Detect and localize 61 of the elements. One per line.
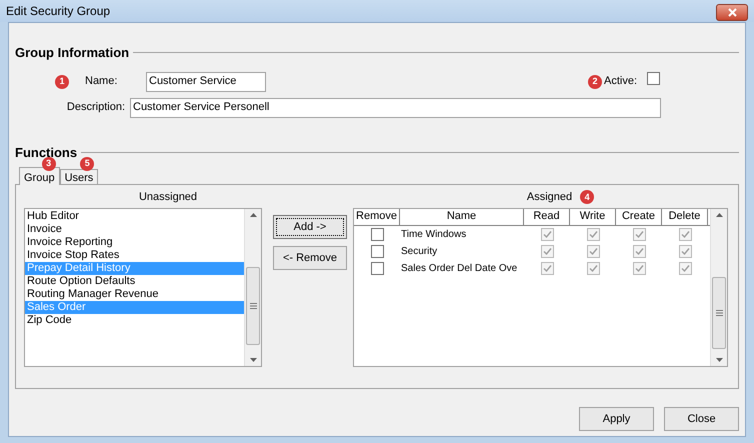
- close-icon: [728, 8, 736, 16]
- dialog-button[interactable]: Close: [664, 407, 739, 431]
- number-badge: 1: [55, 74, 69, 88]
- checkbox[interactable]: [678, 244, 692, 258]
- dialog-button[interactable]: Apply: [579, 407, 654, 431]
- down-arrow-icon: [250, 358, 256, 362]
- list-item[interactable]: Invoice Stop Rates: [25, 248, 244, 262]
- description-label: Description:: [66, 100, 125, 116]
- column-header[interactable]: Remove: [354, 208, 400, 224]
- window-title: Edit Security Group: [6, 3, 110, 20]
- list-item[interactable]: Hub Editor: [25, 210, 244, 222]
- checkbox[interactable]: [540, 228, 554, 240]
- grip-icon: [716, 310, 722, 316]
- unassigned-list[interactable]: Hub Editor Invoice Invoice Reporting Invoice Stop Rates Prepay Detail History Route Option Defaults Routing Manager Revenue Sales Order Zip Code: [24, 208, 262, 366]
- tab[interactable]: Users: [60, 169, 98, 184]
- checkbox[interactable]: [540, 244, 554, 258]
- checkbox[interactable]: [370, 228, 384, 240]
- scrollbar-thumb[interactable]: [712, 276, 726, 348]
- name-label: Name:: [85, 74, 118, 90]
- list-item[interactable]: Invoice Reporting: [25, 236, 244, 248]
- scrollbar[interactable]: [244, 208, 261, 366]
- number-badge: 3: [42, 156, 56, 170]
- number-badge: 5: [80, 156, 94, 170]
- checkbox[interactable]: [678, 228, 692, 240]
- checkbox[interactable]: [586, 228, 600, 240]
- checkbox[interactable]: [586, 262, 600, 274]
- scrollbar[interactable]: [710, 208, 727, 366]
- name-field[interactable]: Customer Service: [146, 72, 266, 92]
- number-badge: 4: [580, 190, 594, 204]
- section-heading: Group Information: [15, 44, 130, 62]
- add-button[interactable]: Add ->: [273, 215, 347, 239]
- checkbox[interactable]: [632, 244, 646, 258]
- scrollbar-thumb[interactable]: [246, 266, 260, 344]
- checkbox[interactable]: [540, 262, 554, 274]
- checkbox[interactable]: [632, 228, 646, 240]
- section-heading: Functions: [15, 144, 78, 160]
- list-item[interactable]: Routing Manager Revenue: [25, 288, 244, 300]
- up-arrow-icon: [716, 212, 722, 216]
- list-item[interactable]: Zip Code: [25, 314, 244, 326]
- active-label: Active:: [604, 74, 637, 90]
- tab[interactable]: Group: [19, 167, 60, 185]
- number-badge: 2: [588, 74, 602, 88]
- table-cell-text: Security: [400, 244, 438, 258]
- up-arrow-icon: [250, 212, 256, 216]
- down-arrow-icon: [716, 358, 722, 362]
- checkbox[interactable]: [370, 262, 384, 274]
- remove-button[interactable]: <- Remove: [273, 246, 347, 270]
- checkbox[interactable]: [647, 72, 660, 86]
- close-button[interactable]: [716, 4, 748, 20]
- checkbox[interactable]: [678, 262, 692, 274]
- list-item[interactable]: Invoice: [25, 222, 244, 236]
- description-field[interactable]: Customer Service Personell: [130, 98, 661, 118]
- table-cell-text: Sales Order Del Date Ove: [400, 262, 518, 274]
- checkbox[interactable]: [586, 244, 600, 258]
- list-label: Assigned: [526, 190, 572, 205]
- grip-icon: [250, 302, 256, 308]
- table-cell-text: Time Windows: [400, 228, 468, 240]
- checkbox[interactable]: [632, 262, 646, 274]
- list-item[interactable]: Route Option Defaults: [25, 274, 244, 288]
- list-label: Unassigned: [138, 190, 198, 205]
- checkbox[interactable]: [370, 244, 384, 258]
